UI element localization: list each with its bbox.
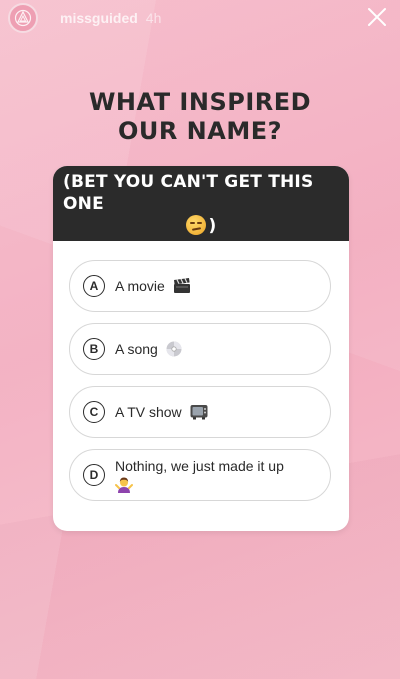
quiz-option-b[interactable]: B A song xyxy=(69,323,331,375)
post-time: 4h xyxy=(145,10,162,26)
quiz-prompt: (BET YOU CAN'T GET THIS ONE ) xyxy=(53,166,349,241)
option-label: A TV show xyxy=(115,404,182,420)
television-icon xyxy=(190,405,208,420)
dvd-disc-icon xyxy=(166,341,182,357)
quiz-sticker: (BET YOU CAN'T GET THIS ONE ) A A movie … xyxy=(53,166,349,531)
clapper-board-icon xyxy=(173,278,190,293)
quiz-options: A A movie B A song C A TV show D Nothing… xyxy=(53,241,349,501)
option-label: Nothing, we just made it up xyxy=(115,458,284,474)
option-letter: D xyxy=(83,464,105,486)
quiz-prompt-line2: ) xyxy=(185,214,217,237)
question-title: WHAT INSPIRED OUR NAME? xyxy=(0,88,400,146)
option-letter: A xyxy=(83,275,105,297)
option-label: A song xyxy=(115,341,158,357)
quiz-prompt-line1: (BET YOU CAN'T GET THIS ONE xyxy=(63,171,314,214)
quiz-option-c[interactable]: C A TV show xyxy=(69,386,331,438)
username[interactable]: missguided xyxy=(60,10,138,26)
brand-logo-icon xyxy=(14,9,32,27)
smirking-face-icon xyxy=(185,214,206,235)
avatar[interactable] xyxy=(8,3,38,33)
story-header: missguided 4h xyxy=(0,0,400,36)
close-icon[interactable] xyxy=(366,6,388,28)
quiz-option-a[interactable]: A A movie xyxy=(69,260,331,312)
quiz-option-d[interactable]: D Nothing, we just made it up xyxy=(69,449,331,501)
question-title-line2: OUR NAME? xyxy=(117,117,283,145)
option-label: A movie xyxy=(115,278,165,294)
option-letter: C xyxy=(83,401,105,423)
option-letter: B xyxy=(83,338,105,360)
quiz-prompt-closing: ) xyxy=(208,215,217,236)
woman-shrugging-icon xyxy=(115,477,133,493)
question-title-line1: WHAT INSPIRED xyxy=(88,88,312,116)
